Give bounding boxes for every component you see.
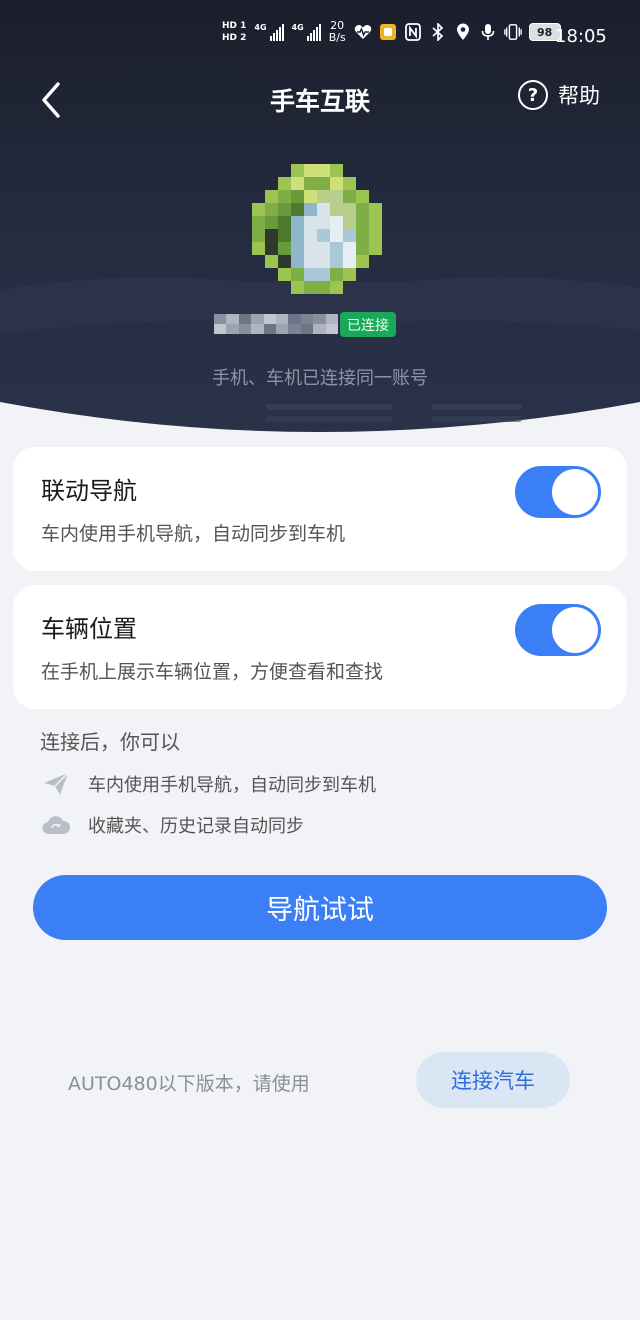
setting-title: 车辆位置	[41, 615, 137, 643]
setting-description: 车内使用手机导航，自动同步到车机	[41, 523, 346, 545]
cloud-icon	[42, 811, 70, 839]
setting-title: 联动导航	[41, 477, 137, 505]
device-name-redacted	[214, 304, 338, 344]
hd-indicator: HD 1 HD 2	[222, 21, 246, 43]
question-icon: ?	[518, 80, 548, 110]
nfc-icon	[404, 23, 422, 41]
vehicle-location-toggle[interactable]	[515, 604, 601, 656]
hero-header: HD 1 HD 2 4G 4G 20 B/s 98 18:05 手车互联 ? 帮…	[0, 0, 640, 440]
hd1-label: HD 1	[222, 21, 247, 31]
signal-icon: 4G	[254, 23, 284, 41]
feature-item: 车内使用手机导航，自动同步到车机	[42, 770, 376, 798]
heart-rate-icon	[354, 23, 372, 41]
features-heading: 连接后，你可以	[40, 730, 180, 754]
status-time: 18:05	[555, 26, 607, 47]
paper-plane-icon	[42, 770, 70, 798]
feature-text: 车内使用手机导航，自动同步到车机	[88, 775, 376, 796]
connection-subtitle: 手机、车机已连接同一账号	[212, 368, 428, 389]
avatar	[252, 164, 382, 294]
hd2-label: HD 2	[222, 33, 247, 43]
top-nav: 手车互联 ? 帮助	[0, 72, 640, 122]
help-button[interactable]: ? 帮助	[518, 80, 600, 110]
try-navigation-button[interactable]: 导航试试	[33, 875, 607, 940]
feature-item: 收藏夹、历史记录自动同步	[42, 811, 304, 839]
linked-navigation-toggle[interactable]	[515, 466, 601, 518]
setting-description: 在手机上展示车辆位置，方便查看和查找	[41, 661, 384, 683]
feature-text: 收藏夹、历史记录自动同步	[88, 816, 304, 837]
version-note: AUTO480以下版本，请使用	[68, 1073, 310, 1095]
network-speed: 20 B/s	[329, 20, 346, 44]
network2-label: 4G	[291, 23, 304, 32]
notification-app-icon	[379, 23, 397, 41]
help-label: 帮助	[558, 84, 600, 108]
status-icons: HD 1 HD 2 4G 4G 20 B/s 98	[222, 20, 561, 44]
microphone-icon	[479, 23, 497, 41]
connect-car-button[interactable]: 连接汽车	[416, 1052, 570, 1108]
setting-card-linked-navigation: 联动导航 车内使用手机导航，自动同步到车机	[13, 447, 627, 571]
speed-unit: B/s	[328, 31, 346, 44]
signal-icon: 4G	[292, 23, 321, 41]
vibrate-icon	[503, 23, 522, 41]
status-bar: HD 1 HD 2 4G 4G 20 B/s 98 18:05	[0, 0, 640, 76]
status-badge: 已连接	[340, 312, 396, 337]
setting-card-vehicle-location: 车辆位置 在手机上展示车辆位置，方便查看和查找	[13, 585, 627, 709]
network1-label: 4G	[254, 23, 267, 32]
bluetooth-icon	[429, 23, 447, 41]
location-icon	[454, 23, 472, 41]
